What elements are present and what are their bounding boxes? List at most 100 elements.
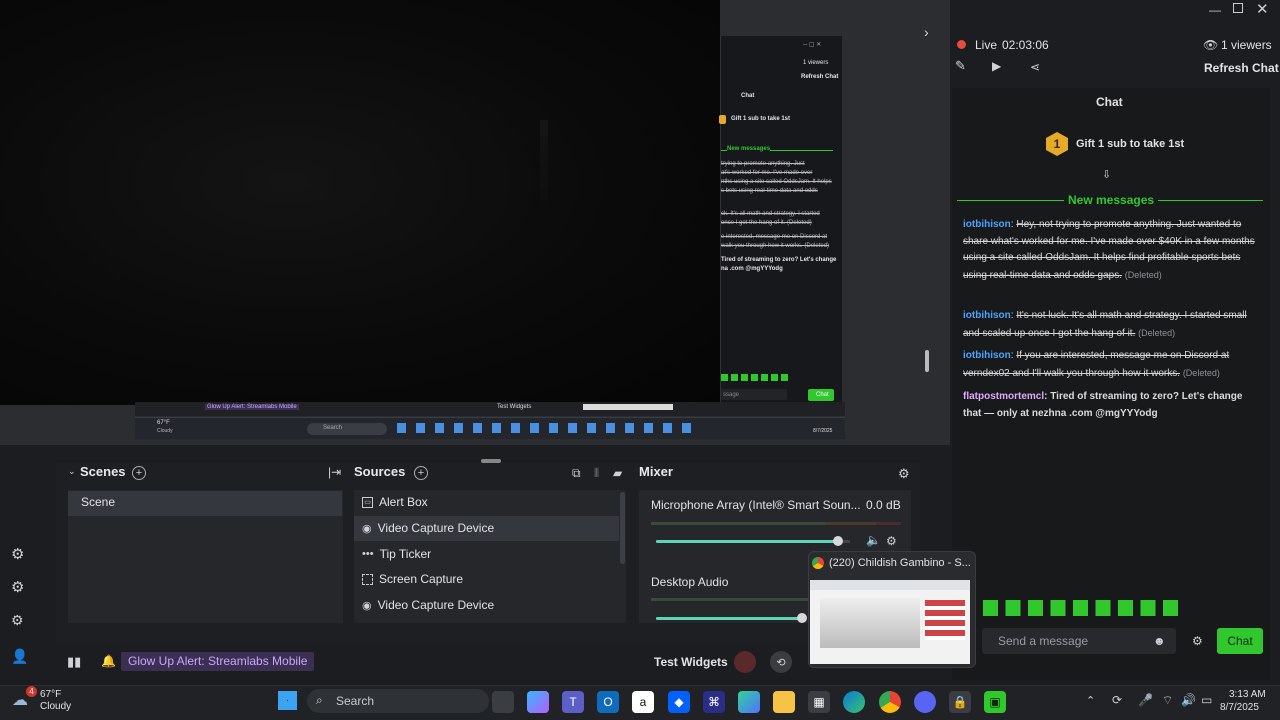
nested-msg-line: e interested, message me on Discord at: [721, 234, 828, 240]
nested-widgets: Test Widgets: [497, 404, 532, 410]
clock-date[interactable]: 8/7/2025: [1220, 702, 1259, 713]
taskbar-search[interactable]: [307, 689, 489, 713]
chat-settings-icon[interactable]: ⚙: [1192, 634, 1203, 648]
bell-icon[interactable]: 🔔: [101, 654, 116, 668]
edit-icon[interactable]: ✎: [955, 58, 966, 74]
nested-capture: ─ ▢ ✕ 1 viewers Refresh Chat Chat Gift 1…: [719, 36, 842, 406]
desktop-volume-fill: [656, 617, 802, 620]
chat-username[interactable]: flatpostmortemcl: [963, 391, 1044, 402]
stream-preview: [0, 0, 720, 405]
chat-scrollbar[interactable]: [925, 350, 929, 372]
alert-banner[interactable]: Glow Up Alert: Streamlabs Mobile: [121, 652, 315, 671]
gear-icon[interactable]: ⚙: [11, 612, 24, 629]
nested-gift: Gift 1 sub to take 1st: [731, 116, 791, 122]
maximize-icon[interactable]: [1233, 3, 1243, 13]
task-view-icon[interactable]: [492, 691, 514, 713]
close-icon[interactable]: ✕: [1256, 0, 1269, 18]
mixer-settings-icon[interactable]: ⚙: [898, 466, 910, 482]
start-icon[interactable]: [278, 691, 297, 710]
record-button[interactable]: [734, 651, 756, 673]
tray-chevron-icon[interactable]: ⌃: [1086, 694, 1095, 707]
scroll-down-icon[interactable]: ⇩: [1102, 168, 1111, 181]
profile-icon[interactable]: 👤: [11, 648, 28, 665]
source-group-icon[interactable]: ⧉: [572, 466, 581, 481]
nested-status-bar: Glow Up Alert: Streamlabs Mobile Test Wi…: [135, 402, 845, 416]
copilot-app-icon[interactable]: [738, 691, 760, 713]
stats-icon[interactable]: ▮▮: [67, 654, 81, 670]
nested-msg-line: walk you through how it works. (Deleted): [721, 243, 830, 249]
mic-settings-icon[interactable]: ⚙: [886, 534, 897, 548]
chat-username[interactable]: iotbihison: [963, 350, 1011, 361]
chat-username[interactable]: iotbihison: [963, 310, 1011, 321]
deleted-tag: (Deleted): [1182, 367, 1220, 378]
wifi-icon[interactable]: ⌔: [1162, 693, 1173, 708]
mic-tray-icon[interactable]: 🎤: [1138, 693, 1153, 707]
mic-volume-fill: [656, 540, 838, 543]
nested-msg-line: na .com @mgYYYodg: [721, 266, 783, 272]
live-dot: [957, 40, 966, 49]
edge-icon[interactable]: [843, 691, 865, 713]
search-icon: ⌕: [316, 693, 323, 707]
test-widgets-label[interactable]: Test Widgets: [654, 655, 728, 669]
minimize-icon[interactable]: —: [1209, 3, 1221, 17]
nested-taskbar: 67°F Cloudy Search 8/7/2025: [135, 417, 845, 439]
sync-icon[interactable]: ⟳: [1112, 693, 1122, 707]
source-label: Video Capture Device: [377, 521, 495, 535]
nested-new-messages: New messages: [727, 146, 771, 152]
lock-app-icon[interactable]: 🔒: [949, 691, 971, 713]
source-filter-icon[interactable]: ⫴: [594, 466, 599, 481]
outlook-icon[interactable]: O: [597, 691, 619, 713]
sources-scrollbar[interactable]: [620, 492, 625, 564]
app-icon[interactable]: ⌘: [703, 691, 725, 713]
collapse-chevron-icon[interactable]: ›: [924, 24, 929, 40]
source-item[interactable]: ◉ Video Capture Device: [362, 598, 494, 612]
nested-input-text: ssage: [723, 392, 740, 398]
gift-sub-banner[interactable]: Gift 1 sub to take 1st: [1076, 138, 1184, 150]
chrome-icon[interactable]: [879, 691, 901, 713]
send-chat-button[interactable]: Chat: [1217, 628, 1263, 654]
chat-message: iotbihison: If you are interested, messa…: [963, 350, 1230, 379]
popup-thumbnail[interactable]: [810, 580, 970, 664]
share-icon[interactable]: ⋖: [1030, 60, 1040, 74]
camera-icon: ◉: [362, 522, 372, 535]
amazon-icon[interactable]: a: [632, 691, 654, 713]
replay-icon[interactable]: ⟲: [770, 651, 792, 673]
desktop-volume-knob[interactable]: [797, 613, 807, 623]
battery-icon[interactable]: ▭: [1201, 693, 1212, 707]
file-explorer-icon[interactable]: [773, 691, 795, 713]
emoji-icon[interactable]: ☻: [1153, 634, 1166, 648]
emote-bar: [983, 600, 1181, 616]
mic-db: 0.0 dB: [866, 498, 901, 512]
add-scene-icon[interactable]: +: [132, 466, 146, 480]
add-source-icon[interactable]: +: [414, 466, 428, 480]
clock-time[interactable]: 3:13 AM: [1229, 689, 1266, 700]
settings-icon[interactable]: ⚙: [11, 545, 24, 563]
source-folder-icon[interactable]: ▰: [613, 466, 622, 480]
camera-settings-icon[interactable]: ▶: [992, 59, 1001, 73]
discord-icon[interactable]: [914, 691, 936, 713]
source-label: Video Capture Device: [377, 598, 495, 612]
source-item[interactable]: ◉ Video Capture Device: [362, 521, 494, 535]
chat-message: iotbihison: Hey, not trying to promote a…: [963, 219, 1255, 281]
streamlabs-icon[interactable]: ▣: [984, 691, 1006, 713]
new-messages-label: New messages: [1064, 193, 1159, 207]
refresh-chat-button[interactable]: Refresh Chat: [1204, 61, 1279, 75]
chat-username[interactable]: iotbihison: [963, 219, 1011, 230]
scene-item-label: Scene: [81, 495, 116, 509]
store-icon[interactable]: ▦: [808, 691, 830, 713]
volume-icon[interactable]: 🔊: [1181, 693, 1196, 707]
scene-transition-icon[interactable]: |⇥: [328, 465, 341, 479]
source-item[interactable]: ••• Tip Ticker: [362, 547, 431, 561]
copilot-icon[interactable]: [527, 691, 549, 713]
themes-icon[interactable]: ⚙: [11, 578, 24, 596]
source-item[interactable]: ▭ Alert Box: [362, 495, 428, 509]
nested-window-controls: ─ ▢ ✕: [803, 42, 822, 48]
dropbox-icon[interactable]: ◆: [668, 691, 690, 713]
app-window: { "nested_chat": { "viewers": "1 viewers…: [0, 0, 1280, 720]
speaker-icon[interactable]: 🔈: [866, 533, 881, 547]
mic-volume-knob[interactable]: [833, 536, 843, 546]
teams-icon[interactable]: T: [562, 691, 584, 713]
source-item[interactable]: Screen Capture: [362, 572, 463, 586]
collapse-scenes-icon[interactable]: ⌄: [68, 466, 76, 477]
eye-icon: 👁: [1203, 38, 1219, 52]
